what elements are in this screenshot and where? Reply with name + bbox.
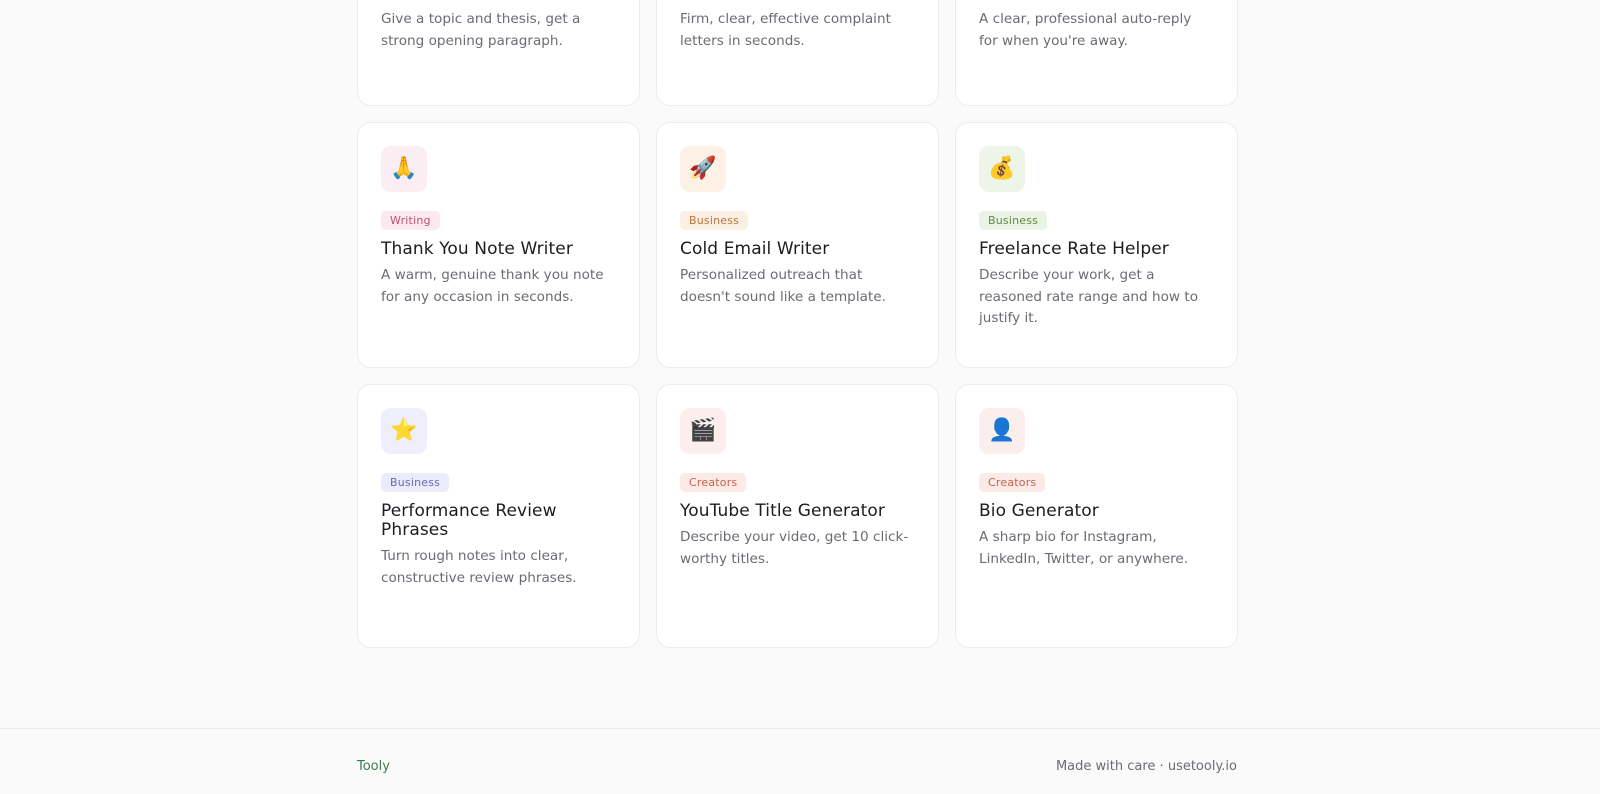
- money-bag-icon: 💰: [979, 146, 1025, 192]
- tool-card-youtube-title-generator[interactable]: 🎬 Creators YouTube Title Generator Descr…: [656, 384, 939, 648]
- tool-card-thank-you-note-writer[interactable]: 🙏 Writing Thank You Note Writer A warm, …: [357, 122, 640, 368]
- tool-card-title: Bio Generator: [979, 501, 1099, 521]
- tool-card-title: Thank You Note Writer: [381, 239, 573, 259]
- tool-card-title: Performance Review Phrases: [381, 501, 557, 540]
- category-badge: Business: [979, 211, 1048, 230]
- tool-card[interactable]: Give a topic and thesis, get a strong op…: [357, 0, 640, 106]
- tool-card[interactable]: A clear, professional auto-reply for whe…: [955, 0, 1238, 106]
- praying-hands-icon: 🙏: [381, 146, 427, 192]
- tool-card-description: A warm, genuine thank you note for any o…: [381, 267, 604, 305]
- page: Give a topic and thesis, get a strong op…: [0, 0, 1600, 794]
- tool-card-cold-email-writer[interactable]: 🚀 Business Cold Email Writer Personalize…: [656, 122, 939, 368]
- tool-card-freelance-rate-helper[interactable]: 💰 Business Freelance Rate Helper Describ…: [955, 122, 1238, 368]
- person-silhouette-glyph: 👤: [988, 418, 1016, 443]
- tool-card-title: YouTube Title Generator: [680, 501, 885, 521]
- tool-card-description: Give a topic and thesis, get a strong op…: [381, 11, 581, 49]
- tool-card-description: Firm, clear, effective complaint letters…: [680, 11, 891, 49]
- tool-card-performance-review-phrases[interactable]: ⭐ Business Performance Review Phrases Tu…: [357, 384, 640, 648]
- tool-card-description: Turn rough notes into clear, constructiv…: [381, 548, 577, 586]
- clapperboard-icon: 🎬: [680, 408, 726, 454]
- tool-card-description: Describe your video, get 10 click-worthy…: [680, 529, 909, 567]
- category-badge: Business: [680, 211, 749, 230]
- category-badge: Writing: [381, 211, 440, 230]
- tool-card-description: Personalized outreach that doesn't sound…: [680, 267, 886, 305]
- category-badge: Business: [381, 473, 450, 492]
- footer-credit: Made with care · usetooly.io: [1056, 759, 1237, 774]
- footer-brand-link[interactable]: Tooly: [357, 759, 390, 774]
- tool-card-bio-generator[interactable]: 👤 Creators Bio Generator A sharp bio for…: [955, 384, 1238, 648]
- tools-grid: Give a topic and thesis, get a strong op…: [357, 0, 1238, 648]
- tool-card-title: Freelance Rate Helper: [979, 239, 1169, 259]
- star-icon: ⭐: [381, 408, 427, 454]
- footer-site-link[interactable]: usetooly.io: [1168, 759, 1237, 774]
- tool-card[interactable]: Firm, clear, effective complaint letters…: [656, 0, 939, 106]
- category-badge: Creators: [979, 473, 1046, 492]
- star-glyph: ⭐: [390, 418, 418, 443]
- tool-card-title: Cold Email Writer: [680, 239, 830, 259]
- praying-hands-glyph: 🙏: [390, 156, 418, 181]
- site-footer: Tooly Made with care · usetooly.io: [0, 728, 1600, 794]
- footer-made-with: Made with care ·: [1055, 759, 1168, 774]
- tool-card-description: A clear, professional auto-reply for whe…: [979, 11, 1192, 49]
- category-badge: Creators: [680, 473, 747, 492]
- rocket-icon: 🚀: [680, 146, 726, 192]
- tool-card-description: Describe your work, get a reasoned rate …: [979, 267, 1199, 326]
- tool-card-description: A sharp bio for Instagram, LinkedIn, Twi…: [979, 529, 1189, 567]
- person-silhouette-icon: 👤: [979, 408, 1025, 454]
- rocket-glyph: 🚀: [689, 156, 717, 181]
- money-bag-glyph: 💰: [988, 156, 1016, 181]
- clapperboard-glyph: 🎬: [689, 418, 717, 443]
